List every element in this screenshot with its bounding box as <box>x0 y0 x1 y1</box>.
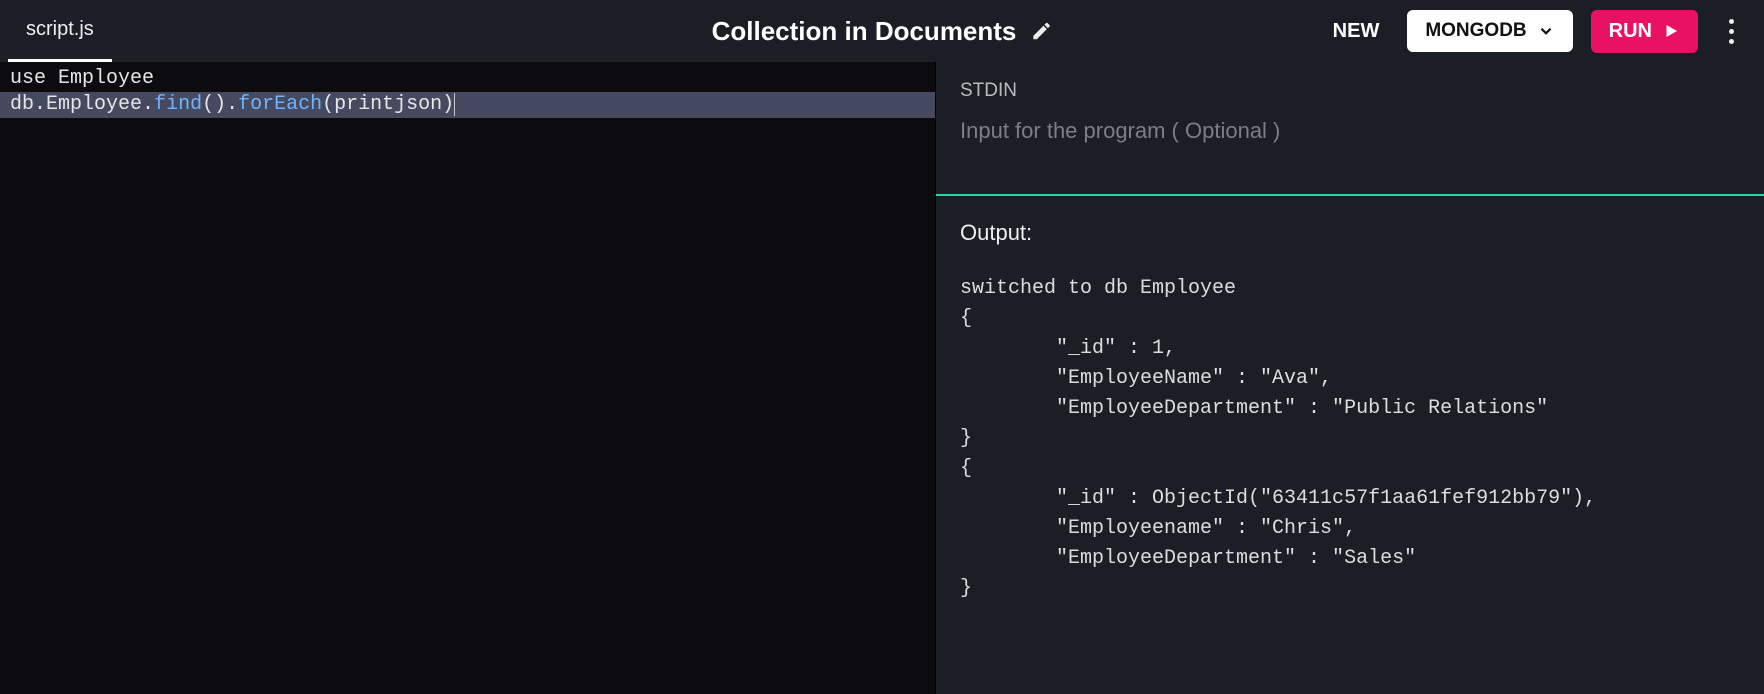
language-selector[interactable]: MONGODB <box>1407 10 1572 52</box>
run-button[interactable]: RUN <box>1591 10 1698 53</box>
more-menu-icon[interactable] <box>1716 13 1746 50</box>
language-selector-label: MONGODB <box>1425 20 1526 42</box>
output-text: switched to db Employee { "_id" : 1, "Em… <box>960 274 1740 604</box>
right-pane: STDIN Output: switched to db Employee { … <box>935 62 1764 694</box>
stdin-input[interactable] <box>960 114 1740 172</box>
edit-title-icon[interactable] <box>1030 20 1052 42</box>
chevron-down-icon <box>1537 22 1555 40</box>
file-tab-label: script.js <box>26 18 94 41</box>
main: use Employeedb.Employee.find().forEach(p… <box>0 62 1764 694</box>
stdin-label: STDIN <box>960 80 1740 102</box>
page-title[interactable]: Collection in Documents <box>712 16 1017 47</box>
file-tab[interactable]: script.js <box>8 0 112 62</box>
code-editor[interactable]: use Employeedb.Employee.find().forEach(p… <box>0 62 935 694</box>
new-button-label: NEW <box>1333 20 1380 42</box>
code-line[interactable]: use Employee <box>0 66 935 92</box>
play-icon <box>1662 22 1680 40</box>
title-wrap: Collection in Documents <box>712 16 1053 47</box>
stdin-block: STDIN <box>936 62 1764 194</box>
output-block: Output: switched to db Employee { "_id" … <box>936 196 1764 628</box>
code-line[interactable]: db.Employee.find().forEach(printjson) <box>0 92 935 118</box>
run-button-label: RUN <box>1609 20 1652 43</box>
right-controls: NEW MONGODB RUN <box>1323 10 1746 53</box>
new-button[interactable]: NEW <box>1323 14 1390 49</box>
top-bar: script.js Collection in Documents NEW MO… <box>0 0 1764 62</box>
output-label: Output: <box>960 220 1740 246</box>
